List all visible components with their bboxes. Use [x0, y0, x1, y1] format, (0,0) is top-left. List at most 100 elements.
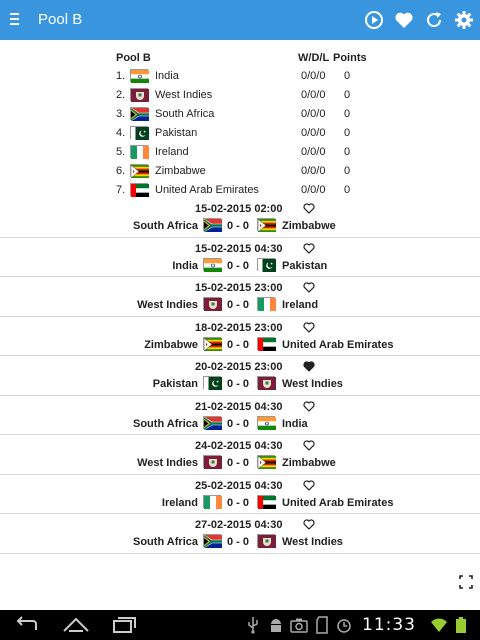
- match-row[interactable]: 15-02-2015 02:00 South Africa 0 - 0 Zimbabw…: [0, 198, 480, 238]
- sd-card-icon: [316, 616, 330, 634]
- content-area[interactable]: Pool B W/D/L Points 1. India 0/0/0 0 2. West …: [0, 40, 480, 610]
- away-team: West Indies: [282, 536, 343, 548]
- match-row[interactable]: 27-02-2015 04:30 South Africa 0 - 0 West In…: [0, 514, 480, 554]
- match-row[interactable]: 21-02-2015 04:30 South Africa 0 - 0 India: [0, 396, 480, 435]
- heart-outline-icon[interactable]: [303, 242, 315, 254]
- home-team: South Africa: [133, 417, 198, 430]
- zimbabwe-flag-icon: [257, 455, 276, 469]
- match-row[interactable]: 24-02-2015 04:30 West Indies 0 - 0 Zimbabwe: [0, 435, 480, 475]
- zimbabwe-flag-icon: [257, 218, 276, 232]
- team-name: India: [155, 70, 179, 82]
- match-datetime: 15-02-2015 02:00: [195, 203, 283, 215]
- away-team: Ireland: [282, 299, 319, 311]
- team-name: Ireland: [155, 146, 189, 158]
- points-value: 0: [344, 70, 351, 82]
- points-value: 0: [344, 184, 351, 196]
- match-row[interactable]: 20-02-2015 23:00 Pakistan 0 - 0 West Indies: [0, 356, 480, 396]
- home-team: West Indies: [137, 299, 198, 311]
- position: 2.: [116, 89, 126, 101]
- match-score: 0 - 0: [227, 417, 250, 430]
- ireland-flag-icon: [257, 297, 276, 311]
- match-datetime: 15-02-2015 04:30: [195, 242, 283, 255]
- match-score: 0 - 0: [227, 536, 250, 548]
- match-score: 0 - 0: [227, 496, 250, 509]
- match-datetime: 27-02-2015 04:30: [195, 519, 283, 531]
- wdl-value: 0/0/0: [301, 146, 326, 158]
- points-value: 0: [344, 165, 351, 177]
- gear-icon[interactable]: [453, 9, 475, 31]
- home-team: South Africa: [133, 536, 198, 548]
- standings-row[interactable]: 4. Pakistan 0/0/0 0: [0, 124, 480, 143]
- match-score: 0 - 0: [227, 259, 250, 272]
- play-circle-icon[interactable]: [363, 9, 385, 31]
- standings-row[interactable]: 6. Zimbabwe 0/0/0 0: [0, 162, 480, 181]
- away-team: Zimbabwe: [282, 220, 336, 232]
- wifi-icon: [430, 616, 448, 634]
- team-name: Pakistan: [155, 127, 198, 139]
- west-indies-flag-icon: [203, 297, 222, 311]
- usb-icon: [246, 616, 260, 634]
- battery-icon: [454, 616, 468, 634]
- standings-row[interactable]: 3. South Africa 0/0/0 0: [0, 105, 480, 124]
- wdl-header: W/D/L: [298, 52, 330, 64]
- match-row[interactable]: 25-02-2015 04:30 Ireland 0 - 0 United Arab …: [0, 475, 480, 514]
- recent-apps-icon[interactable]: [112, 616, 138, 634]
- standings-header: Pool B W/D/L Points: [0, 50, 480, 67]
- heart-outline-icon[interactable]: [303, 203, 315, 214]
- home-team: Pakistan: [152, 378, 198, 390]
- uae-flag-icon: [257, 494, 276, 509]
- heart-outline-icon[interactable]: [303, 400, 315, 412]
- standings-row[interactable]: 2. West Indies 0/0/0 0: [0, 86, 480, 105]
- match-datetime: 15-02-2015 23:00: [195, 282, 283, 294]
- match-score: 0 - 0: [227, 220, 250, 232]
- alarm-icon: [336, 616, 352, 634]
- wdl-value: 0/0/0: [301, 70, 326, 82]
- points-value: 0: [344, 108, 351, 120]
- heart-outline-icon[interactable]: [303, 519, 315, 530]
- position: 1.: [116, 70, 126, 82]
- match-row[interactable]: 15-02-2015 23:00 West Indies 0 - 0 Ireland: [0, 277, 480, 317]
- wdl-value: 0/0/0: [301, 165, 326, 177]
- away-team: Zimbabwe: [282, 457, 336, 469]
- fullscreen-icon[interactable]: [459, 575, 473, 589]
- match-row[interactable]: 15-02-2015 04:30 India 0 - 0 Pakistan: [0, 238, 480, 277]
- west-indies-flag-icon: [257, 534, 276, 548]
- heart-filled-icon[interactable]: [303, 361, 315, 372]
- uae-flag-icon: [130, 183, 149, 197]
- heart-outline-icon[interactable]: [303, 440, 315, 451]
- west-indies-flag-icon: [203, 455, 222, 469]
- south-africa-flag-icon: [203, 218, 222, 232]
- match-datetime: 24-02-2015 04:30: [195, 440, 283, 452]
- position: 4.: [116, 127, 126, 139]
- match-score: 0 - 0: [227, 378, 250, 390]
- wdl-value: 0/0/0: [301, 184, 326, 196]
- match-score: 0 - 0: [227, 299, 250, 311]
- standings-row[interactable]: 1. India 0/0/0 0: [0, 67, 480, 86]
- refresh-icon[interactable]: [423, 9, 445, 31]
- pakistan-flag-icon: [257, 257, 276, 272]
- zimbabwe-flag-icon: [130, 164, 149, 178]
- points-header: Points: [333, 52, 367, 64]
- home-team: India: [172, 259, 198, 272]
- ireland-flag-icon: [130, 145, 149, 159]
- home-icon[interactable]: [62, 616, 90, 634]
- south-africa-flag-icon: [203, 415, 222, 430]
- heart-outline-icon[interactable]: [303, 321, 315, 333]
- points-value: 0: [344, 89, 351, 101]
- match-row[interactable]: 18-02-2015 23:00 Zimbabwe 0 - 0 United Arab…: [0, 317, 480, 356]
- india-flag-icon: [257, 415, 276, 430]
- position: 5.: [116, 146, 126, 158]
- standings-row[interactable]: 5. Ireland 0/0/0 0: [0, 143, 480, 162]
- match-datetime: 25-02-2015 04:30: [195, 479, 283, 492]
- wdl-value: 0/0/0: [301, 89, 326, 101]
- heart-outline-icon[interactable]: [303, 479, 315, 491]
- heart-outline-icon[interactable]: [303, 282, 315, 293]
- match-datetime: 21-02-2015 04:30: [195, 400, 283, 413]
- heart-icon[interactable]: [393, 9, 415, 31]
- match-score: 0 - 0: [227, 338, 250, 351]
- page-title: Pool B: [38, 11, 83, 28]
- zimbabwe-flag-icon: [203, 336, 222, 351]
- back-icon[interactable]: [14, 616, 40, 634]
- match-list: 15-02-2015 02:00 South Africa 0 - 0 Zimbabw…: [0, 198, 480, 554]
- menu-icon[interactable]: [10, 13, 19, 25]
